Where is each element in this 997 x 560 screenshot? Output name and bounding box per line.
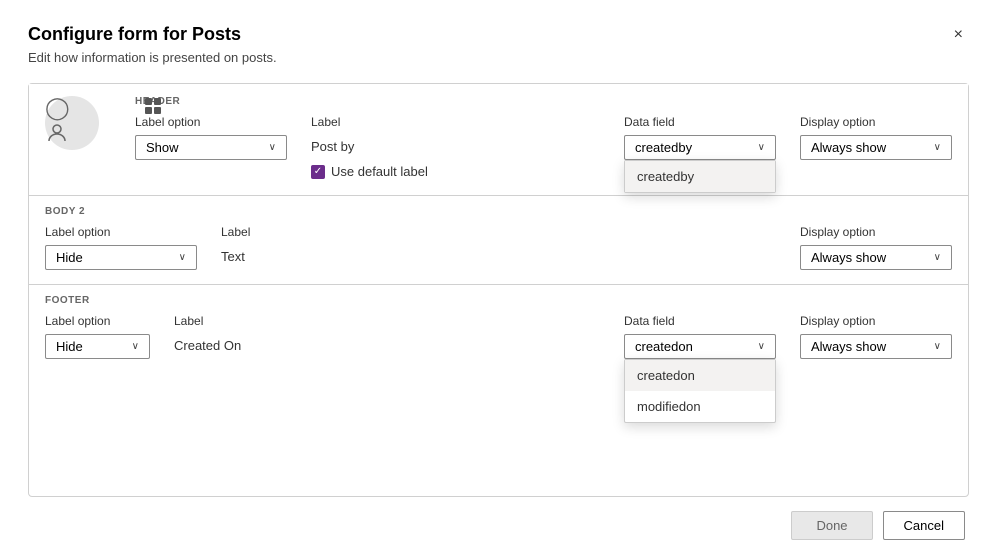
header-label-option-select[interactable]: Show ∨ [135,135,287,160]
header-display-option-label: Display option [800,115,952,129]
use-default-label-checkbox[interactable] [311,165,325,179]
dialog-subtitle: Edit how information is presented on pos… [28,50,969,65]
footer-label-label: Label [174,314,241,328]
close-button[interactable]: × [948,24,969,46]
form-area: ◯️ HEADER Label opti [28,83,969,497]
header-label-option-group: Label option Show ∨ [135,115,287,160]
footer-data-field-group: Data field createdon ∨ createdon modifie… [624,314,776,359]
chevron-down-icon: ∨ [269,142,276,153]
footer-label-group: Label Created On [174,314,241,353]
chevron-down-icon-8: ∨ [934,341,941,352]
header-display-option-group: Display option Always show ∨ [800,115,952,160]
chevron-down-icon-2: ∨ [758,142,765,153]
cancel-button[interactable]: Cancel [883,511,965,540]
chevron-down-icon-7: ∨ [758,341,765,352]
body2-display-option-label: Display option [800,225,952,239]
header-label-text: Post by [311,135,428,154]
body2-label-option-select[interactable]: Hide ∨ [45,245,197,270]
header-label-group: Label Post by Use default label [311,115,428,179]
chevron-down-icon-6: ∨ [132,341,139,352]
footer-dropdown-item-modifiedon[interactable]: modifiedon [625,391,775,422]
footer-fields-row: Label option Hide ∨ Label Created On Dat… [45,314,952,359]
user-icon: ◯️ [45,95,99,151]
footer-section-label: FOOTER [45,295,952,306]
body2-label-group: Label Text [221,225,250,264]
grid-icon [145,98,161,114]
avatar: ◯️ [45,96,99,150]
footer-data-field-dropdown: createdon modifiedon [624,359,776,423]
header-label-label: Label [311,115,428,129]
header-data-field-dropdown: createdby [624,160,776,193]
header-dropdown-item-createdby[interactable]: createdby [625,161,775,192]
use-default-label-row: Use default label [311,164,428,179]
done-button[interactable]: Done [791,511,872,540]
footer-display-option-group: Display option Always show ∨ [800,314,952,359]
body2-display-option-select[interactable]: Always show ∨ [800,245,952,270]
footer-data-field-select[interactable]: createdon ∨ [624,334,776,359]
footer-data-field-label: Data field [624,314,776,328]
dialog-header: Configure form for Posts × [28,24,969,46]
header-data-field-select[interactable]: createdby ∨ [624,135,776,160]
configure-form-dialog: Configure form for Posts × Edit how info… [0,0,997,560]
use-default-label-text: Use default label [331,164,428,179]
footer-display-option-select[interactable]: Always show ∨ [800,334,952,359]
header-label-option-label: Label option [135,115,287,129]
header-display-option-select[interactable]: Always show ∨ [800,135,952,160]
body2-label-option-group: Label option Hide ∨ [45,225,197,270]
body2-label-option-label: Label option [45,225,197,239]
footer-label-option-label: Label option [45,314,150,328]
header-data-field-label: Data field [624,115,776,129]
avatar-area: ◯️ [45,96,99,150]
body2-label-text: Text [221,245,250,264]
body2-label-label: Label [221,225,250,239]
dialog-title: Configure form for Posts [28,24,241,45]
header-section-label: HEADER [135,96,952,107]
header-fields-row: Label option Show ∨ Label Post by Use de… [135,115,952,179]
body2-fields-row: Label option Hide ∨ Label Text Display o… [45,225,952,270]
footer-display-option-label: Display option [800,314,952,328]
body2-section-label: BODY 2 [45,206,952,217]
chevron-down-icon-3: ∨ [934,142,941,153]
body2-section: BODY 2 Label option Hide ∨ Label Text [29,196,968,285]
header-data-field-group: Data field createdby ∨ createdby [624,115,776,160]
footer-label-option-select[interactable]: Hide ∨ [45,334,150,359]
footer-section: FOOTER Label option Hide ∨ Label Created… [29,285,968,373]
chevron-down-icon-5: ∨ [934,252,941,263]
footer-dropdown-item-createdon[interactable]: createdon [625,360,775,391]
footer-label-text: Created On [174,334,241,353]
chevron-down-icon-4: ∨ [179,252,186,263]
dialog-footer: Done Cancel [28,511,969,540]
header-section: ◯️ HEADER Label opti [29,84,968,196]
body2-display-option-group: Display option Always show ∨ [800,225,952,270]
footer-label-option-group: Label option Hide ∨ [45,314,150,359]
